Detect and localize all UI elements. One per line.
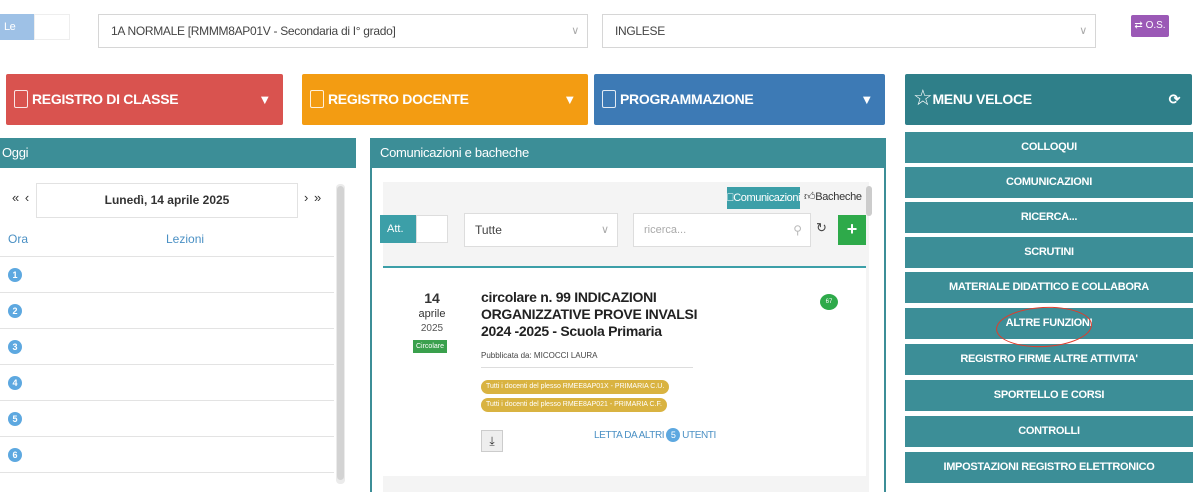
menu-veloce-label: MENU VELOCE bbox=[932, 91, 1032, 107]
menu-item-registro-firme[interactable]: REGISTRO FIRME ALTRE ATTIVITA' bbox=[905, 344, 1193, 375]
next-day-button[interactable]: › » bbox=[304, 190, 322, 205]
hour-badge: 4 bbox=[8, 376, 22, 390]
search-placeholder: ricerca... bbox=[644, 224, 687, 236]
subject-select-value: INGLESE bbox=[615, 24, 665, 38]
att-toggle[interactable]: Att. bbox=[380, 215, 416, 243]
teacher-register-icon bbox=[310, 90, 324, 109]
row-divider bbox=[0, 328, 334, 329]
search-input[interactable]: ricerca... ⚲ bbox=[633, 213, 811, 247]
programmazione-label: PROGRAMMAZIONE bbox=[620, 91, 754, 107]
oggi-scrollbar-thumb[interactable] bbox=[337, 186, 344, 480]
le-mie-switch[interactable] bbox=[34, 14, 70, 40]
item-title[interactable]: circolare n. 99 INDICAZIONI ORGANIZZATIV… bbox=[481, 289, 721, 340]
add-button[interactable]: + bbox=[838, 215, 866, 245]
refresh-icon[interactable]: ⟳ bbox=[1169, 74, 1181, 125]
chevron-down-icon: ∨ bbox=[600, 224, 609, 236]
thumbs-up-icon: 👍︎ bbox=[804, 191, 816, 203]
tab-comunicazioni[interactable]: ⎕Comunicazioni bbox=[727, 187, 801, 209]
hour-badge: 6 bbox=[8, 448, 22, 462]
tab-bacheche-label: Bacheche bbox=[815, 191, 862, 203]
filter-select[interactable]: Tutte ∨ bbox=[464, 213, 618, 247]
lezioni-column-header: Lezioni bbox=[166, 232, 205, 246]
prev-day-button[interactable]: « ‹ bbox=[12, 190, 30, 205]
chart-icon bbox=[602, 90, 616, 109]
register-icon bbox=[14, 90, 28, 109]
recipient-tag: Tutti i docenti del plesso RMEE8AP021 - … bbox=[481, 398, 667, 412]
class-select[interactable]: 1A NORMALE [RMMM8AP01V - Secondaria di I… bbox=[98, 14, 588, 48]
hour-badge: 2 bbox=[8, 304, 22, 318]
att-switch[interactable] bbox=[416, 215, 448, 243]
os-button[interactable]: ⇄ O.S. bbox=[1131, 15, 1169, 37]
item-month: aprile bbox=[418, 308, 446, 320]
star-icon: ☆ bbox=[913, 85, 933, 111]
menu-item-impostazioni[interactable]: IMPOSTAZIONI REGISTRO ELETTRONICO bbox=[905, 452, 1193, 483]
class-select-value: 1A NORMALE [RMMM8AP01V - Secondaria di I… bbox=[111, 24, 396, 38]
menu-item-sportello-corsi[interactable]: SPORTELLO E CORSI bbox=[905, 380, 1193, 411]
subject-select[interactable]: INGLESE ∨ bbox=[602, 14, 1096, 48]
caret-down-icon: ▼ bbox=[258, 92, 271, 107]
read-by-others[interactable]: LETTA DA ALTRI 5 UTENTI bbox=[594, 428, 716, 442]
comunicazioni-scrollbar-thumb[interactable] bbox=[866, 186, 872, 216]
item-year: 2025 bbox=[420, 323, 444, 334]
tab-bacheche[interactable]: 👍︎Bacheche bbox=[804, 190, 862, 203]
caret-down-icon: ▼ bbox=[860, 92, 873, 107]
item-published-by: Pubblicata da: MICOCCI LAURA bbox=[481, 351, 598, 360]
menu-item-comunicazioni[interactable]: COMUNICAZIONI bbox=[905, 167, 1193, 198]
filter-select-value: Tutte bbox=[475, 223, 502, 237]
read-count-badge: 5 bbox=[666, 428, 681, 442]
chevron-down-icon: ∨ bbox=[571, 25, 579, 37]
caret-down-icon: ▼ bbox=[563, 92, 576, 107]
current-date: Lunedì, 14 aprile 2025 bbox=[36, 183, 298, 218]
row-divider bbox=[0, 256, 334, 257]
row-divider bbox=[0, 364, 334, 365]
menu-veloce-header[interactable]: ☆MENU VELOCE ⟳ bbox=[905, 74, 1192, 125]
tab-comunicazioni-label: Comunicazioni bbox=[733, 192, 801, 204]
menu-item-materiale-didattico[interactable]: MATERIALE DIDATTICO E COLLABORA bbox=[905, 272, 1193, 303]
le-mie-toggle[interactable]: Le mie bbox=[0, 14, 34, 59]
comunicazioni-panel-header: Comunicazioni e bacheche bbox=[370, 138, 886, 168]
menu-item-controlli[interactable]: CONTROLLI bbox=[905, 416, 1193, 447]
oggi-panel-header: Oggi bbox=[0, 138, 356, 168]
hour-badge: 1 bbox=[8, 268, 22, 282]
menu-item-colloqui[interactable]: COLLOQUI bbox=[905, 132, 1193, 163]
recipient-tag: Tutti i docenti del plesso RMEE8AP01X - … bbox=[481, 380, 670, 394]
chevron-down-icon: ∨ bbox=[1079, 25, 1087, 37]
item-day: 14 bbox=[424, 290, 440, 306]
programmazione-button[interactable]: PROGRAMMAZIONE ▼ bbox=[594, 74, 885, 125]
type-badge: Circolare bbox=[413, 340, 447, 353]
hour-badge: 5 bbox=[8, 412, 22, 426]
search-icon: ⚲ bbox=[793, 223, 802, 237]
row-divider bbox=[0, 472, 334, 473]
download-button[interactable]: ⤓ bbox=[481, 430, 503, 452]
registro-docente-button[interactable]: REGISTRO DOCENTE ▼ bbox=[302, 74, 588, 125]
ora-column-header: Ora bbox=[8, 232, 29, 246]
card-separator bbox=[481, 367, 693, 368]
registro-classe-button[interactable]: REGISTRO DI CLASSE ▼ bbox=[6, 74, 283, 125]
read-suffix: UTENTI bbox=[682, 430, 716, 441]
row-divider bbox=[0, 400, 334, 401]
menu-item-ricerca[interactable]: RICERCA... bbox=[905, 202, 1193, 233]
row-divider bbox=[0, 436, 334, 437]
row-divider bbox=[0, 292, 334, 293]
menu-item-scrutini[interactable]: SCRUTINI bbox=[905, 237, 1193, 268]
refresh-icon[interactable]: ↻ bbox=[816, 220, 827, 236]
read-prefix: LETTA DA ALTRI bbox=[594, 430, 665, 441]
hour-badge: 3 bbox=[8, 340, 22, 354]
registro-docente-label: REGISTRO DOCENTE bbox=[328, 91, 469, 107]
registro-classe-label: REGISTRO DI CLASSE bbox=[32, 91, 179, 107]
count-badge: 67 bbox=[820, 294, 838, 310]
